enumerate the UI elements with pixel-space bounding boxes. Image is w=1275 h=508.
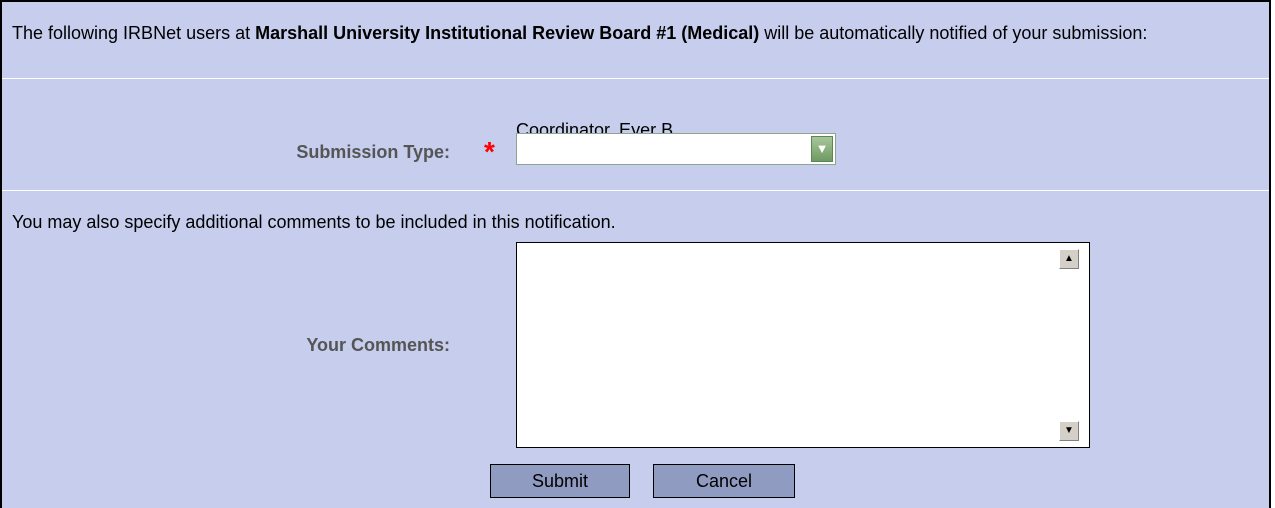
cancel-button[interactable]: Cancel [653, 464, 795, 498]
intro-text: The following IRBNet users at Marshall U… [12, 22, 1212, 44]
board-name: Marshall University Institutional Review… [255, 23, 760, 43]
notification-panel: The following IRBNet users at Marshall U… [0, 0, 1271, 508]
scroll-up-icon[interactable]: ▲ [1059, 249, 1079, 269]
divider [2, 190, 1269, 191]
divider [2, 78, 1269, 79]
submission-type-select[interactable]: ▼ [516, 133, 836, 165]
required-marker: * [484, 136, 495, 167]
submission-type-label: Submission Type: [296, 142, 450, 162]
chevron-down-icon[interactable]: ▼ [811, 136, 833, 162]
comments-textarea[interactable]: ▲ ▼ [516, 242, 1090, 448]
submit-button[interactable]: Submit [490, 464, 630, 498]
comments-note: You may also specify additional comments… [12, 212, 616, 232]
scroll-down-icon[interactable]: ▼ [1059, 421, 1079, 441]
intro-after: will be automatically notified of your s… [759, 23, 1148, 43]
comments-label: Your Comments: [306, 335, 450, 355]
intro-before: The following IRBNet users at [12, 23, 256, 43]
